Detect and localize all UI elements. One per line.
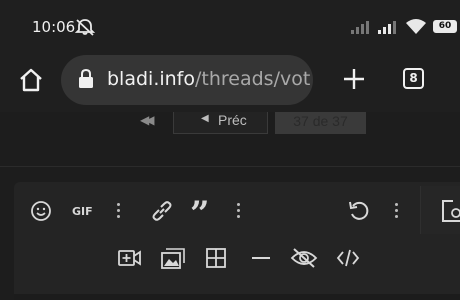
signal-icon — [351, 21, 369, 34]
emoji-icon[interactable] — [30, 200, 52, 222]
prev-page-label: Préc — [218, 112, 247, 128]
first-page-icon[interactable]: ◀◀ — [140, 113, 155, 127]
url-path: /threads/vot — [195, 68, 311, 90]
status-time: 10:06 — [32, 18, 76, 36]
tab-switcher-icon[interactable]: 8 — [403, 68, 424, 89]
divider — [0, 166, 460, 167]
signal-icon — [378, 21, 396, 34]
gallery-icon[interactable] — [160, 246, 188, 270]
url-bar[interactable]: bladi.info/threads/vot — [61, 55, 313, 105]
prev-arrow-icon: ◀ — [201, 113, 209, 124]
link-icon[interactable] — [150, 199, 174, 223]
spoiler-icon[interactable] — [290, 246, 318, 270]
url-text: bladi.info/threads/vot — [107, 68, 310, 90]
gif-icon[interactable]: GIF — [72, 205, 93, 218]
horizontal-rule-icon[interactable] — [251, 255, 271, 261]
table-icon[interactable] — [205, 247, 227, 269]
quote-icon[interactable]: ” — [190, 194, 210, 234]
battery-icon: 60 — [433, 20, 457, 33]
preview-icon[interactable] — [440, 199, 460, 223]
new-tab-icon[interactable] — [342, 67, 366, 91]
lock-icon — [79, 68, 93, 88]
reply-editor[interactable] — [14, 182, 460, 300]
more-icon[interactable] — [395, 203, 399, 221]
code-icon[interactable] — [336, 247, 360, 269]
more-icon[interactable] — [117, 203, 121, 221]
current-page-indicator[interactable]: 37 de 37 — [275, 112, 366, 134]
wifi-icon — [406, 19, 426, 34]
editor-bottom-edge — [14, 294, 460, 300]
undo-icon[interactable] — [347, 199, 371, 223]
dnd-off-icon — [74, 19, 96, 36]
video-icon[interactable] — [117, 247, 143, 269]
more-icon[interactable] — [237, 203, 241, 221]
home-icon[interactable] — [17, 67, 45, 93]
url-domain: bladi.info — [107, 68, 195, 90]
prev-page-button[interactable]: ◀ Préc — [173, 112, 268, 134]
